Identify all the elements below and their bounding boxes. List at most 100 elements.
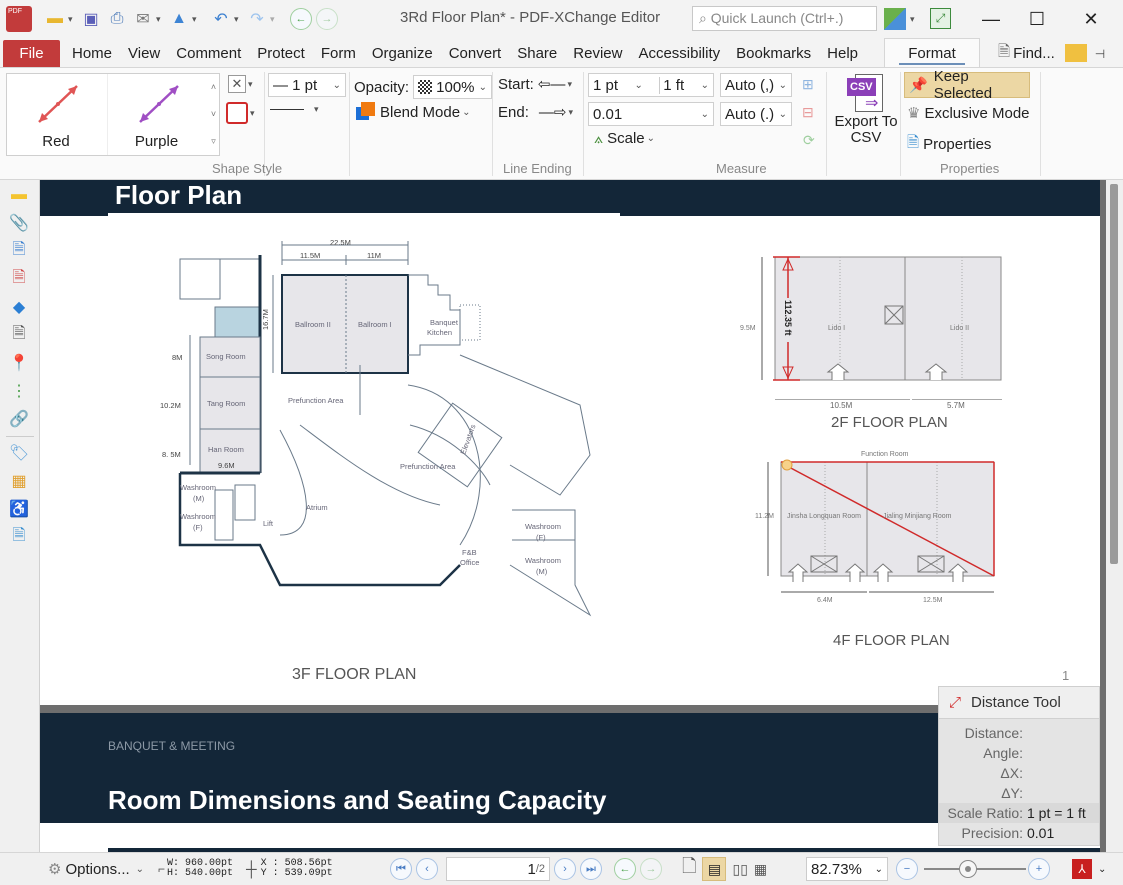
links-icon[interactable]: 🔗 — [8, 408, 30, 430]
previous-page-button[interactable]: ‹ — [416, 858, 438, 880]
exclusive-mode-button[interactable]: ♛ Exclusive Mode — [907, 104, 1030, 123]
forward-icon[interactable]: → — [316, 8, 338, 30]
zoom-slider-handle[interactable] — [958, 860, 977, 878]
menu-view[interactable]: View — [120, 40, 168, 67]
keep-selected-button[interactable]: 📌 Keep Selected — [904, 68, 1030, 102]
minimize-button[interactable]: — — [968, 0, 1014, 38]
refresh-measure-icon[interactable]: ⟳ — [803, 132, 815, 149]
scrollbar-thumb[interactable] — [1110, 184, 1118, 564]
menu-convert[interactable]: Convert — [441, 40, 510, 67]
fullscreen-icon[interactable]: ⤢ — [930, 8, 951, 29]
stroke-color-button[interactable]: ▾ — [226, 102, 258, 124]
find-button[interactable]: 🗎 Find... — [990, 40, 1063, 67]
pin-icon[interactable]: ⊣ — [1095, 47, 1105, 61]
pdf-app-button[interactable]: ⅄ ⌄ — [1072, 857, 1106, 881]
scale-button[interactable]: ⟑ Scale ⌄ — [594, 130, 655, 147]
single-page-icon[interactable]: 🗋 — [682, 854, 696, 884]
open-folder-icon[interactable]: ▬ — [44, 8, 66, 30]
svg-text:Office: Office — [460, 558, 479, 567]
decimal-separator-dropdown[interactable]: Auto (.) ⌄ — [720, 102, 792, 126]
menu-review[interactable]: Review — [565, 40, 630, 67]
options-button[interactable]: ⚙ Options... ⌄ — [48, 857, 144, 881]
menu-file[interactable]: File — [3, 40, 60, 67]
chevron-down-icon[interactable]: ▾ — [910, 14, 918, 25]
opacity-dropdown[interactable]: 100% ⌄ — [413, 75, 493, 99]
accessibility-icon[interactable]: ♿ — [8, 498, 30, 520]
precision-dropdown[interactable]: 0.01 ⌄ — [588, 102, 714, 126]
line-style-dropdown[interactable]: ▾ — [270, 104, 322, 115]
add-measure-icon[interactable]: ⊞ — [802, 76, 814, 93]
redo-icon[interactable]: ↷ — [246, 8, 268, 30]
chevron-down-icon[interactable]: ▾ — [270, 14, 278, 25]
export-csv-button[interactable]: CSV ⇒ Export To CSV — [830, 72, 902, 156]
app-icon[interactable]: PDF — [6, 6, 32, 32]
menu-share[interactable]: Share — [509, 40, 565, 67]
search-folder-icon[interactable] — [1064, 44, 1087, 62]
start-ending-dropdown[interactable]: Start: ⇦— ▾ — [498, 75, 575, 94]
quick-launch-input[interactable]: ⌕ Quick Launch (Ctrl+.) — [692, 6, 877, 31]
scale-to-value: 1 ft — [659, 76, 684, 94]
opacity-control[interactable]: Opacity: 100% ⌄ — [354, 75, 493, 99]
blend-mode-button[interactable]: Blend Mode ⌄ — [356, 102, 470, 122]
thousands-separator-dropdown[interactable]: Auto (,) ⌄ — [720, 73, 792, 97]
chevron-down-icon[interactable]: ▾ — [192, 14, 200, 25]
fill-color-button[interactable]: ✕ ▾ — [228, 75, 256, 93]
undo-icon[interactable]: ↶ — [210, 8, 232, 30]
menu-accessibility[interactable]: Accessibility — [630, 40, 728, 67]
style-preset-purple[interactable]: Purple — [107, 74, 205, 155]
properties-button[interactable]: 🗎 Properties — [907, 132, 991, 157]
menu-protect[interactable]: Protect — [249, 40, 313, 67]
accessibility-report-icon[interactable]: 🗎 — [8, 526, 30, 548]
attachments-icon[interactable]: 📎 — [8, 212, 30, 234]
line-width-dropdown[interactable]: — 1 pt ⌄ — [268, 73, 346, 97]
zoom-out-button[interactable]: − — [896, 858, 918, 880]
menu-bookmarks[interactable]: Bookmarks — [728, 40, 819, 67]
next-page-button[interactable]: › — [554, 858, 576, 880]
destinations-icon[interactable]: 📍 — [8, 352, 30, 374]
zoom-slider[interactable] — [924, 860, 1026, 878]
pages-icon[interactable]: 🗎 — [8, 240, 30, 262]
email-icon[interactable]: ✉ — [132, 8, 154, 30]
plan-4f-room-jialing: Jialing Minjiang Room — [883, 513, 952, 520]
tag-icon[interactable]: 🏷 — [8, 442, 30, 464]
chevron-down-icon[interactable]: ▾ — [234, 14, 242, 25]
zoom-in-button[interactable]: + — [1028, 858, 1050, 880]
comments-icon[interactable]: ▬ — [8, 184, 30, 206]
menu-home[interactable]: Home — [64, 40, 120, 67]
signatures-icon[interactable]: 🗎 — [8, 268, 30, 290]
vertical-scrollbar[interactable] — [1106, 180, 1123, 852]
maximize-button[interactable]: ☐ — [1014, 0, 1060, 38]
menu-organize[interactable]: Organize — [364, 40, 441, 67]
continuous-page-icon[interactable]: ▤ — [702, 857, 727, 881]
tab-format[interactable]: Format — [884, 38, 981, 67]
tags-tree-icon[interactable]: ⋮ — [8, 380, 30, 402]
facing-pages-icon[interactable]: ▯▯ — [732, 861, 747, 878]
style-preset-red[interactable]: Red — [7, 74, 105, 155]
layers-icon[interactable]: ◆ — [8, 296, 30, 318]
print-icon[interactable]: ⎙ — [106, 8, 128, 30]
remove-measure-icon[interactable]: ⊟ — [802, 104, 814, 121]
continuous-facing-icon[interactable]: ▦ — [754, 861, 767, 878]
menu-help[interactable]: Help — [819, 40, 866, 67]
scanner-icon[interactable]: ▲ — [168, 8, 190, 30]
menu-form[interactable]: Form — [313, 40, 364, 67]
svg-text:F&B: F&B — [462, 548, 477, 557]
menu-comment[interactable]: Comment — [168, 40, 249, 67]
first-page-button[interactable]: ⏮ — [390, 858, 412, 880]
ui-options-icon[interactable] — [884, 8, 906, 30]
close-button[interactable]: ✕ — [1068, 0, 1114, 38]
reading-order-icon[interactable]: ▦ — [8, 470, 30, 492]
scale-ratio-dropdown[interactable]: 1 pt ⌄ 1 ft ⌄ — [588, 73, 714, 97]
chevron-down-icon[interactable]: ▾ — [156, 14, 164, 25]
previous-view-button[interactable]: ← — [614, 858, 636, 880]
chevron-down-icon[interactable]: ▾ — [68, 14, 76, 25]
back-icon[interactable]: ← — [290, 8, 312, 30]
next-view-button[interactable]: → — [640, 858, 662, 880]
save-icon[interactable]: ▣ — [80, 8, 102, 30]
zoom-dropdown[interactable]: 82.73% ⌄ — [806, 857, 888, 881]
content-icon[interactable]: 🗎 — [8, 324, 30, 346]
last-page-button[interactable]: ⏭ — [580, 858, 602, 880]
page-number-input[interactable]: 1/2 — [446, 857, 550, 881]
gallery-scroll[interactable]: ˄ ˅ ▿ — [207, 74, 220, 155]
end-ending-dropdown[interactable]: End: —⇨ ▾ — [498, 103, 576, 122]
